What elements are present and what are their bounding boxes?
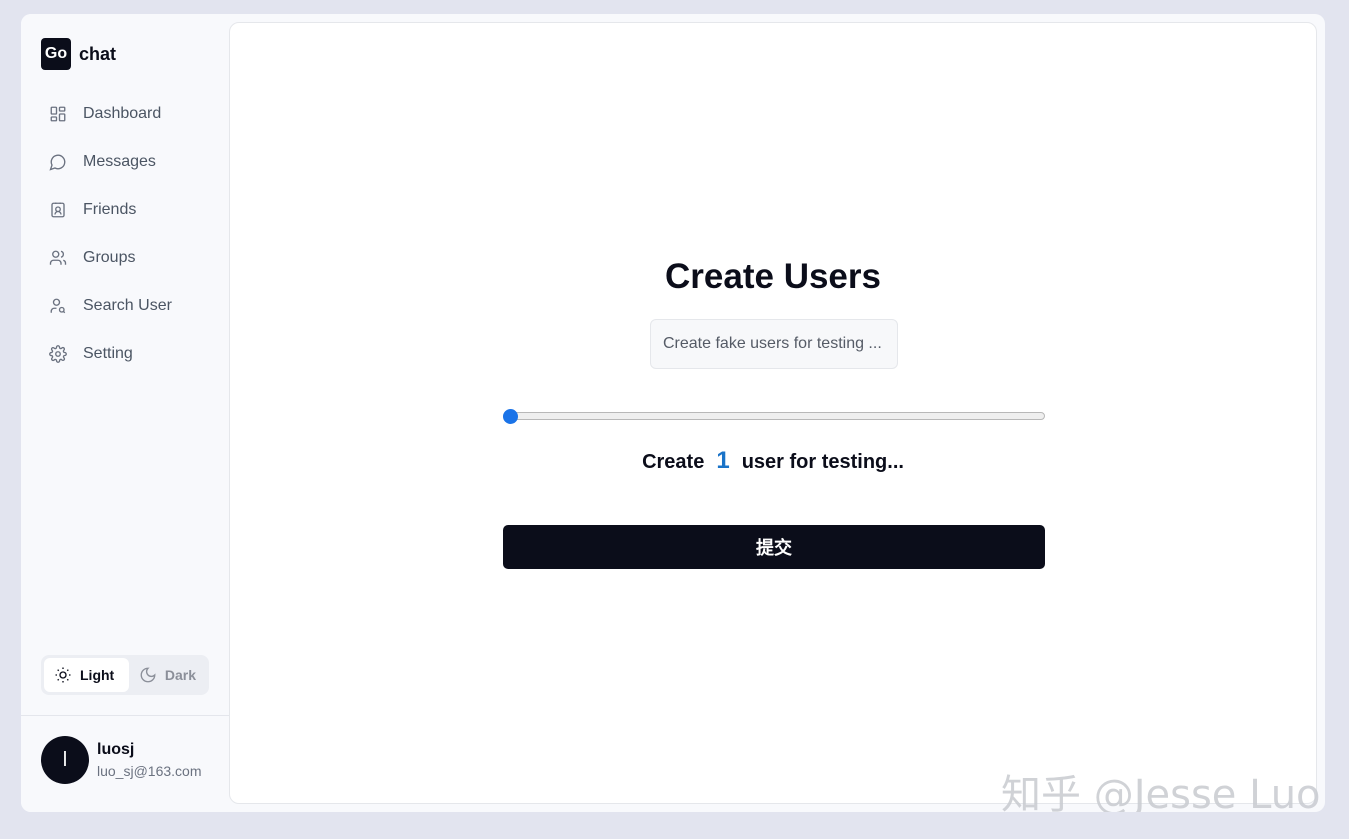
sidebar-item-label: Groups — [83, 249, 136, 266]
sun-icon — [55, 667, 71, 683]
page-title: Create Users — [665, 257, 881, 296]
user-info: luosj luo_sj@163.com — [97, 741, 202, 779]
theme-light-label: Light — [80, 667, 115, 683]
moon-icon — [140, 667, 156, 683]
sidebar-item-label: Messages — [83, 153, 156, 170]
count-prefix: Create — [642, 451, 705, 473]
theme-light-button[interactable]: Light — [44, 658, 129, 692]
sidebar-item-friends[interactable]: Friends — [41, 186, 217, 234]
description-input[interactable] — [650, 319, 898, 369]
sidebar-item-setting[interactable]: Setting — [41, 330, 217, 378]
user-name: luosj — [97, 741, 135, 758]
sidebar-item-label: Setting — [83, 345, 133, 362]
sidebar-item-search-user[interactable]: Search User — [41, 282, 217, 330]
logo-mark: Go — [41, 38, 71, 70]
user-profile[interactable]: l luosj luo_sj@163.com — [41, 736, 202, 784]
message-icon — [49, 154, 66, 171]
count-suffix: user for testing... — [741, 451, 904, 473]
logo[interactable]: Go chat — [41, 38, 116, 70]
main-panel: Create Users Create 1 user for testing..… — [229, 22, 1317, 804]
sidebar-item-label: Dashboard — [83, 105, 162, 122]
user-count-slider[interactable] — [503, 412, 1045, 420]
sidebar: Go chat Dashboard Messages Friends Group… — [21, 14, 229, 812]
logo-text: chat — [79, 43, 117, 64]
sidebar-item-dashboard[interactable]: Dashboard — [41, 90, 217, 138]
dashboard-icon — [50, 106, 66, 122]
theme-dark-label: Dark — [164, 667, 196, 683]
sidebar-item-messages[interactable]: Messages — [41, 138, 217, 186]
sidebar-item-label: Friends — [83, 201, 137, 218]
theme-toggle: Light Dark — [41, 655, 209, 695]
gear-icon — [49, 345, 67, 363]
watermark: 知乎 @Jesse Luo — [1001, 772, 1321, 812]
app-window: Go chat Dashboard Messages Friends Group… — [21, 14, 1325, 812]
sidebar-divider — [21, 715, 229, 716]
theme-dark-button[interactable]: Dark — [129, 658, 206, 692]
users-icon — [49, 250, 67, 265]
contact-icon — [51, 202, 65, 218]
sidebar-item-groups[interactable]: Groups — [41, 234, 217, 282]
sidebar-nav: Dashboard Messages Friends Groups Search… — [41, 90, 217, 378]
user-email: luo_sj@163.com — [97, 763, 202, 779]
sidebar-item-label: Search User — [83, 297, 172, 314]
user-search-icon — [50, 298, 66, 314]
avatar: l — [41, 736, 89, 784]
count-summary: Create 1 user for testing... — [230, 447, 1316, 475]
slider-thumb[interactable] — [503, 409, 518, 424]
count-value: 1 — [716, 447, 730, 474]
submit-button[interactable]: 提交 — [503, 525, 1045, 569]
